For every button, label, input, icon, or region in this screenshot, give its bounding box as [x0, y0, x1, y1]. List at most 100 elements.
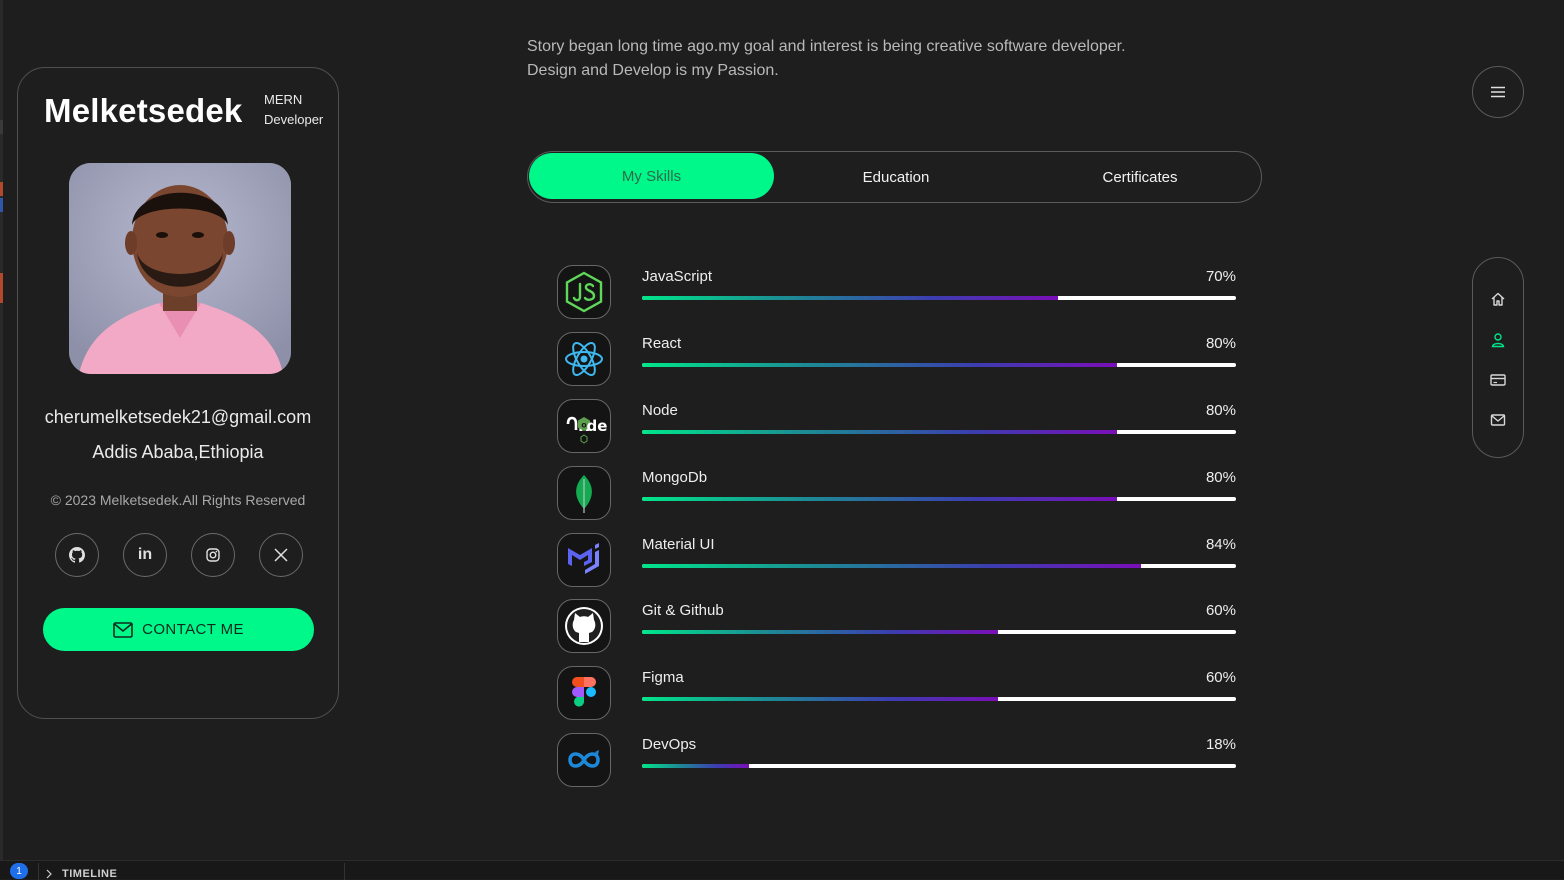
copyright-text: © 2023 Melketsedek.All Rights Reserved: [50, 492, 306, 508]
github-icon: [565, 607, 603, 645]
devops-icon: [568, 750, 600, 768]
contact-me-label: CONTACT ME: [142, 621, 244, 638]
linkedin-icon: in: [137, 546, 153, 563]
nav-portfolio[interactable]: [1473, 366, 1523, 394]
skill-name: DevOps: [642, 736, 697, 753]
mail-icon: [1490, 414, 1506, 426]
github-icon: [69, 547, 85, 563]
skill-progress-track: [642, 697, 1236, 701]
hamburger-menu-icon: [1491, 86, 1505, 98]
skill-progress-fill: [642, 764, 749, 768]
skill-row-mongodb: MongoDb 80%: [557, 466, 1237, 520]
home-icon: [1491, 292, 1505, 306]
instagram-icon: [206, 548, 220, 562]
skill-icon-box: [557, 533, 611, 587]
notification-badge: 1: [10, 863, 28, 879]
user-icon: [1491, 333, 1505, 348]
timeline-label: TIMELINE: [62, 868, 118, 880]
skill-row-devops: DevOps 18%: [557, 733, 1237, 787]
skill-progress-track: [642, 363, 1236, 367]
react-icon: [565, 342, 603, 376]
github-link[interactable]: [55, 533, 99, 577]
profile-role: MERN Developer: [264, 90, 323, 130]
skill-progress-fill: [642, 363, 1118, 367]
skill-icon-box: [557, 265, 611, 319]
intro-line-1: Story began long time ago.my goal and in…: [527, 38, 1126, 55]
skill-percent: 18%: [1205, 736, 1236, 753]
skill-icon-box: n o de: [557, 399, 611, 453]
skill-row-figma: Figma 60%: [557, 666, 1237, 720]
node-icon: n o de: [566, 416, 608, 444]
skill-percent: 60%: [1205, 669, 1236, 686]
skill-row-javascript: JavaScript 70%: [557, 265, 1237, 319]
tab-education[interactable]: Education: [774, 152, 1018, 202]
skill-progress-fill: [642, 697, 999, 701]
skill-progress-track: [642, 296, 1236, 300]
chevron-right-icon: [46, 869, 52, 879]
skill-progress-fill: [642, 497, 1118, 501]
skill-name: MongoDb: [642, 469, 708, 486]
skill-progress-track: [642, 430, 1236, 434]
instagram-link[interactable]: [191, 533, 235, 577]
svg-text:de: de: [587, 417, 608, 435]
card-icon: [1490, 374, 1506, 386]
skill-percent: 80%: [1205, 335, 1236, 352]
javascript-icon: [565, 271, 603, 313]
profile-card: Melketsedek MERN Developer cherumelketse…: [17, 67, 339, 719]
nav-about[interactable]: [1473, 326, 1523, 354]
bottom-panel-bar: TIMELINE: [0, 860, 1564, 880]
skill-row-git-github: Git & Github 60%: [557, 599, 1237, 653]
menu-button[interactable]: [1472, 66, 1524, 118]
section-tabs: My Skills Education Certificates: [527, 151, 1262, 203]
tab-my-skills[interactable]: My Skills: [529, 153, 774, 199]
intro-line-2: Design and Develop is my Passion.: [527, 62, 779, 79]
skill-name: Node: [642, 402, 678, 419]
mail-icon: [113, 621, 133, 638]
skill-progress-fill: [642, 564, 1141, 568]
material-ui-icon: [568, 543, 599, 574]
skill-progress-track: [642, 764, 1236, 768]
skill-progress-fill: [642, 296, 1058, 300]
skill-name: Material UI: [642, 536, 715, 553]
skill-progress-track: [642, 497, 1236, 501]
skill-icon-box: [557, 466, 611, 520]
figma-icon: [572, 677, 596, 707]
contact-me-button[interactable]: CONTACT ME: [43, 608, 314, 651]
skill-row-node: n o de Node 80%: [557, 399, 1237, 453]
skill-row-material-ui: Material UI 84%: [557, 533, 1237, 587]
profile-photo: [69, 163, 291, 374]
skill-percent: 84%: [1205, 536, 1236, 553]
x-link[interactable]: [259, 533, 303, 577]
skill-icon-box: [557, 666, 611, 720]
skill-progress-track: [642, 630, 1236, 634]
profile-location: Addis Ababa,Ethiopia: [92, 442, 264, 462]
nav-contact[interactable]: [1473, 406, 1523, 434]
profile-email: cherumelketsedek21@gmail.com: [44, 407, 312, 427]
skill-progress-fill: [642, 430, 1118, 434]
intro-text: Story began long time ago.my goal and in…: [527, 35, 1207, 83]
x-icon: [274, 548, 288, 562]
skill-name: Figma: [642, 669, 684, 686]
skill-row-react: React 80%: [557, 332, 1237, 386]
side-navigation: [1472, 257, 1524, 458]
profile-name: Melketsedek: [44, 92, 243, 129]
skill-name: JavaScript: [642, 268, 713, 285]
skill-name: Git & Github: [642, 602, 724, 619]
skill-progress-track: [642, 564, 1236, 568]
skill-percent: 80%: [1205, 469, 1236, 486]
skill-percent: 70%: [1205, 268, 1236, 285]
skill-percent: 80%: [1205, 402, 1236, 419]
window-left-edge: [0, 0, 3, 860]
tab-certificates[interactable]: Certificates: [1018, 152, 1262, 202]
nav-home[interactable]: [1473, 285, 1523, 313]
skill-percent: 60%: [1205, 602, 1236, 619]
skill-icon-box: [557, 733, 611, 787]
skill-icon-box: [557, 599, 611, 653]
skill-icon-box: [557, 332, 611, 386]
skill-name: React: [642, 335, 682, 352]
role-line-1: MERN: [264, 92, 303, 107]
role-line-2: Developer: [264, 112, 324, 127]
social-links: in: [55, 533, 303, 579]
skill-progress-fill: [642, 630, 999, 634]
linkedin-link[interactable]: in: [123, 533, 167, 577]
